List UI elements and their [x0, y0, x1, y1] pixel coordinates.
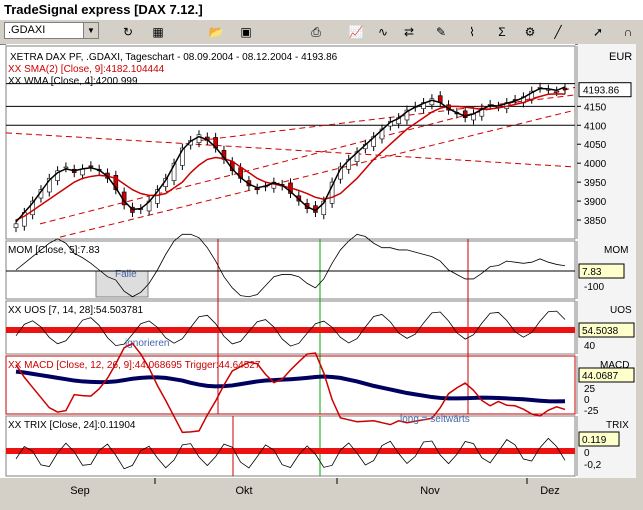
- symbol-dropdown[interactable]: .GDAXI ▼: [4, 22, 99, 39]
- trix-y-tick: -0,2: [584, 460, 602, 471]
- pattern-icon[interactable]: ⌇: [462, 22, 482, 42]
- price-legend-title: XETRA DAX PF, .GDAXI, Tageschart - 08.09…: [10, 52, 338, 63]
- candle-body: [88, 165, 94, 168]
- trix-annotation: long = seitwärts: [400, 414, 470, 425]
- chart-icon[interactable]: 📈: [346, 22, 366, 42]
- mom-y-tick: -100: [584, 282, 604, 293]
- refresh-icon[interactable]: ↻: [118, 22, 138, 42]
- trix-band: [6, 448, 575, 454]
- settings-icon[interactable]: ⚙: [520, 22, 540, 42]
- window-title: TradeSignal express [DAX 7.12.]: [4, 2, 203, 17]
- open-folder-icon[interactable]: 📂: [206, 22, 226, 42]
- pointer-icon[interactable]: ➚: [588, 22, 608, 42]
- mom-title: MOM: [604, 245, 628, 256]
- price-last-value: 4193.86: [583, 86, 620, 97]
- chart-area[interactable]: 4150410040504000395039003850EUR4193.86XE…: [0, 44, 643, 510]
- price-y-tick-label: 4000: [584, 159, 607, 170]
- macd-y-tick: 25: [584, 384, 596, 395]
- uos-legend: XX UOS [7, 14, 28]:54.503781: [8, 305, 144, 316]
- uos-last-value: 54.5038: [582, 326, 619, 337]
- compare-icon[interactable]: ⇄: [399, 22, 419, 42]
- sma-legend: XX SMA(2) [Close, 9]:4182.104444: [8, 64, 165, 75]
- x-axis-label-nov: Nov: [420, 485, 440, 497]
- window-titlebar: TradeSignal express [DAX 7.12.]: [0, 0, 643, 20]
- x-axis-label-sep: Sep: [70, 485, 90, 497]
- sum-icon[interactable]: Σ: [492, 22, 512, 42]
- indicator-icon[interactable]: ∿: [373, 22, 393, 42]
- draw-tool-icon[interactable]: ✎: [431, 22, 451, 42]
- price-y-tick-label: 3850: [584, 216, 607, 227]
- calculator-icon[interactable]: ▦: [148, 22, 168, 42]
- mom-legend: MOM [Close, 5]:7.83: [8, 245, 100, 256]
- print-icon[interactable]: ⎙: [306, 22, 326, 42]
- mom-last-value: 7.83: [582, 267, 602, 278]
- x-axis-label-dez: Dez: [540, 485, 560, 497]
- price-y-tick-label: 4150: [584, 102, 607, 113]
- line-tool-icon[interactable]: ╱: [548, 22, 568, 42]
- x-axis-label-okt: Okt: [235, 485, 252, 497]
- trix-last-value: 0.119: [582, 435, 607, 446]
- symbol-value: .GDAXI: [8, 24, 46, 36]
- macd-legend: XX MACD [Close, 12, 26, 9]:44.068695 Tri…: [8, 360, 261, 371]
- macd-y-tick: -25: [584, 406, 599, 417]
- price-y-tick-label: 3950: [584, 178, 607, 189]
- macd-y-tick: 0: [584, 395, 590, 406]
- wma-legend: XX WMA [Close, 4]:4200.999: [8, 76, 138, 87]
- price-y-tick-label: 4100: [584, 121, 607, 132]
- candle-body: [13, 223, 19, 228]
- macd-last-value: 44.0687: [582, 371, 619, 382]
- price-currency-label: EUR: [609, 51, 632, 63]
- uos-title: UOS: [610, 305, 632, 316]
- save-icon[interactable]: ▣: [236, 22, 256, 42]
- chevron-down-icon[interactable]: ▼: [83, 23, 98, 38]
- window-right-edge: [636, 44, 643, 510]
- price-y-tick-label: 4050: [584, 140, 607, 151]
- price-y-tick-label: 3900: [584, 197, 607, 208]
- uos-y-tick: 40: [584, 341, 596, 352]
- main-toolbar: .GDAXI ▼ ↻ ▦ 📂 ▣ ⎙ 📈 ∿ ⇄ ✎ ⌇ Σ ⚙ ╱ ➚ ∩: [0, 20, 643, 45]
- candle-body: [63, 166, 69, 169]
- trix-y-tick: 0: [584, 448, 590, 459]
- candle-body: [554, 90, 559, 93]
- trix-legend: XX TRIX [Close, 24]:0.11904: [8, 420, 136, 431]
- magnet-icon[interactable]: ∩: [618, 22, 638, 42]
- uos-band: [6, 327, 575, 333]
- trix-title: TRIX: [606, 420, 629, 431]
